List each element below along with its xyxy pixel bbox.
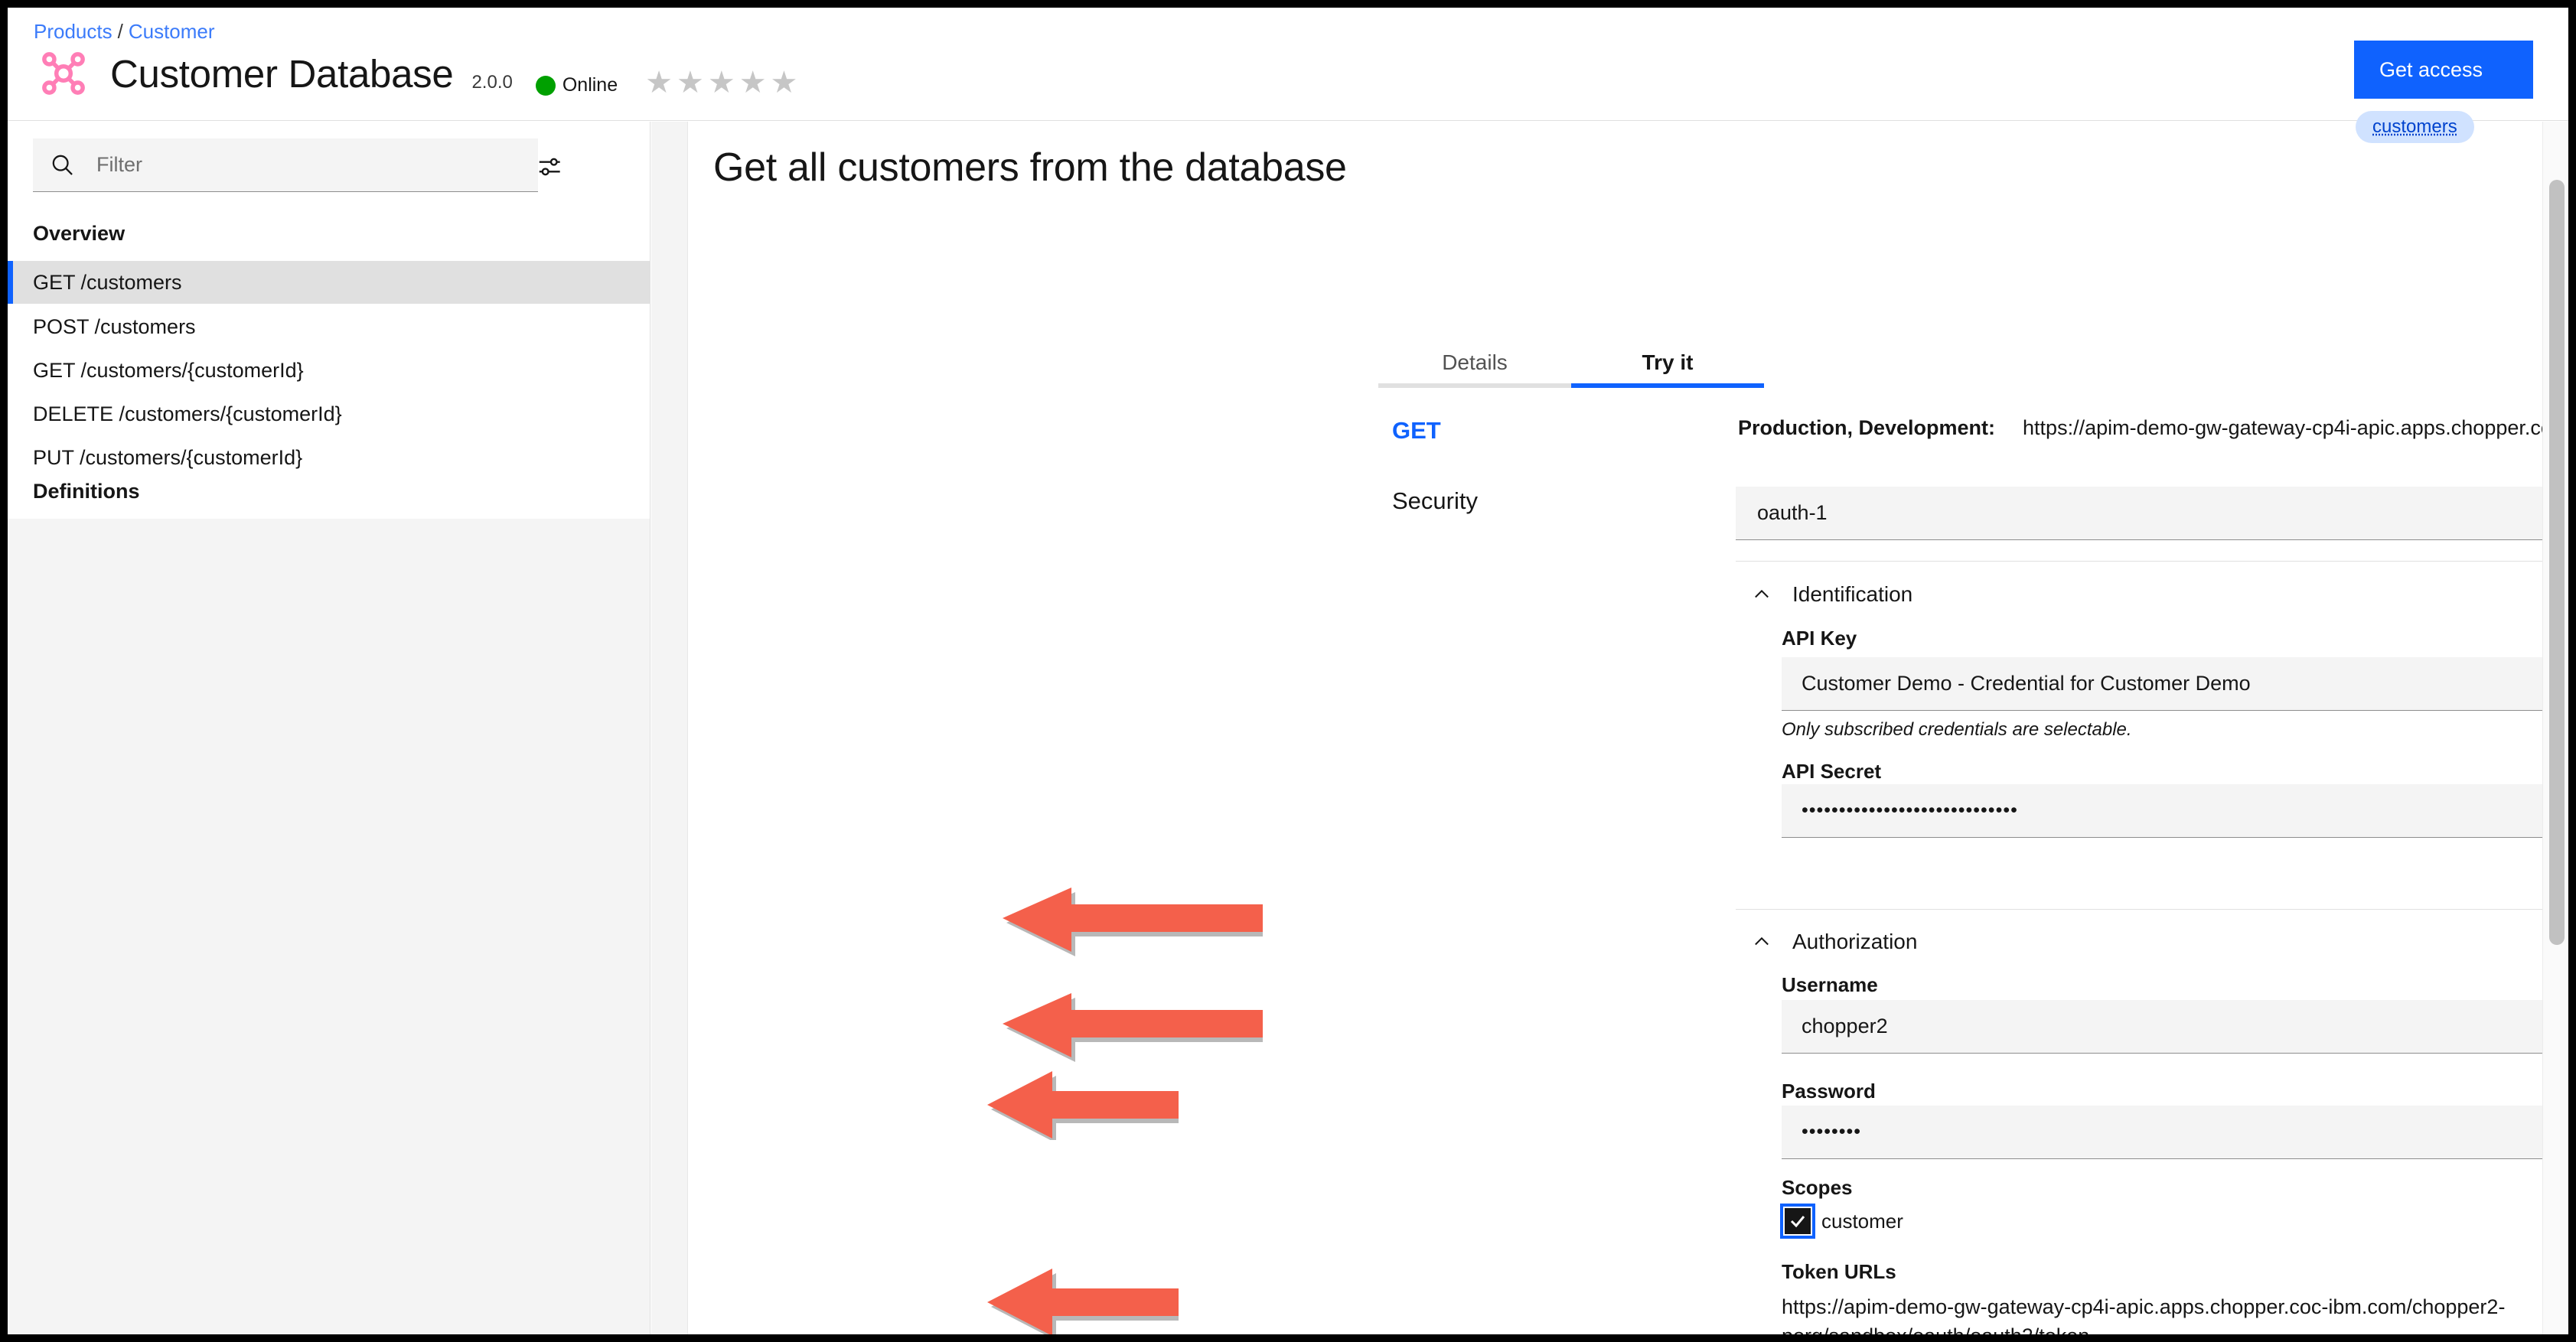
section-title: Authorization xyxy=(1792,930,1918,953)
rating-stars[interactable]: ★ ★ ★ ★ ★ xyxy=(645,67,801,103)
api-secret-field[interactable]: ••••••••••••••••••••••••••••• xyxy=(1782,784,2568,838)
breadcrumb-customer-link[interactable]: Customer xyxy=(129,20,215,43)
operation-tag-badge[interactable]: customers xyxy=(2356,111,2474,143)
search-icon xyxy=(52,155,73,175)
product-version: 2.0.0 xyxy=(471,72,513,93)
chevron-up-icon xyxy=(1755,936,1769,946)
sidebar-section-definitions[interactable]: Definitions xyxy=(33,480,140,503)
sidebar-item-put-customer-by-id[interactable]: PUT /customers/{customerId} xyxy=(8,436,650,479)
password-field[interactable]: •••••••• xyxy=(1782,1106,2568,1159)
sidebar-panel: Overview GET /customers POST /customers … xyxy=(8,122,650,519)
token-urls-label: Token URLs xyxy=(1782,1260,1896,1283)
star-icon-1[interactable]: ★ xyxy=(645,67,673,98)
page-title: Customer Database xyxy=(110,51,454,96)
tab-details[interactable]: Details xyxy=(1378,342,1571,388)
status-label: Online xyxy=(562,74,618,96)
sidebar-item-get-customer-by-id[interactable]: GET /customers/{customerId} xyxy=(8,349,650,392)
password-value: •••••••• xyxy=(1802,1121,1862,1142)
username-field[interactable]: chopper2 xyxy=(1782,1000,2568,1054)
filter-settings-icon[interactable] xyxy=(536,152,565,181)
tab-try-it[interactable]: Try it xyxy=(1571,342,1764,388)
username-label: Username xyxy=(1782,973,1878,996)
method-nav-get[interactable]: GET xyxy=(1392,417,1441,445)
api-key-help-text: Only subscribed credentials are selectab… xyxy=(1782,719,2132,740)
endpoint-row: Production, Development: https://apim-de… xyxy=(1738,416,2568,440)
section-divider-authorization xyxy=(1736,909,2568,910)
sidebar-item-label: GET /customers xyxy=(33,270,182,294)
sidebar-item-post-customers[interactable]: POST /customers xyxy=(8,305,650,348)
sidebar-item-label: GET /customers/{customerId} xyxy=(33,358,304,382)
sidebar-item-label: DELETE /customers/{customerId} xyxy=(33,402,342,425)
username-value: chopper2 xyxy=(1802,1015,1888,1037)
star-icon-4[interactable]: ★ xyxy=(739,67,767,98)
auth-method-select[interactable]: oauth-1 xyxy=(1736,487,2568,540)
endpoint-environment-label: Production, Development: xyxy=(1738,416,1996,439)
sidebar: Overview GET /customers POST /customers … xyxy=(8,122,651,1334)
section-divider-identification xyxy=(1736,561,2568,562)
status-dot-icon xyxy=(535,75,556,96)
sidebar-item-label: PUT /customers/{customerId} xyxy=(33,445,303,469)
vertical-scrollbar[interactable] xyxy=(2542,122,2568,1334)
auth-method-value: oauth-1 xyxy=(1757,501,1828,524)
checkmark-icon xyxy=(1790,1216,1805,1228)
star-icon-3[interactable]: ★ xyxy=(708,67,735,98)
sidebar-item-delete-customer-by-id[interactable]: DELETE /customers/{customerId} xyxy=(8,393,650,435)
tab-bar: Details Try it xyxy=(1378,342,1764,388)
scope-checkbox-row[interactable]: customer xyxy=(1780,1204,1903,1239)
breadcrumb-separator: / xyxy=(117,20,123,43)
breadcrumb: Products / Customer xyxy=(34,20,215,44)
method-nav-security[interactable]: Security xyxy=(1392,487,1478,515)
get-access-button[interactable]: Get access xyxy=(2354,41,2533,99)
product-header-row: Customer Database 2.0.0 Online ★ ★ ★ ★ ★ xyxy=(37,44,801,103)
chevron-up-icon xyxy=(1755,589,1769,598)
api-secret-value: ••••••••••••••••••••••••••••• xyxy=(1802,800,2018,821)
password-label: Password xyxy=(1782,1080,1876,1103)
app-window: Products / Customer Customer Database 2.0.… xyxy=(8,8,2568,1334)
star-icon-5[interactable]: ★ xyxy=(771,67,798,98)
section-header-authorization[interactable]: Authorization xyxy=(1751,930,1917,954)
section-title: Identification xyxy=(1792,582,1913,606)
main-left-strip xyxy=(651,122,688,1334)
api-secret-label: API Secret xyxy=(1782,760,1882,783)
sidebar-item-get-customers[interactable]: GET /customers xyxy=(8,261,650,304)
api-key-label: API Key xyxy=(1782,627,1857,650)
scrollbar-thumb[interactable] xyxy=(2549,180,2565,945)
api-key-select[interactable]: Customer Demo - Credential for Customer … xyxy=(1782,657,2568,711)
star-icon-2[interactable]: ★ xyxy=(677,67,704,98)
scope-checkbox[interactable] xyxy=(1780,1204,1815,1239)
section-header-identification[interactable]: Identification xyxy=(1751,582,1912,607)
breadcrumb-products-link[interactable]: Products xyxy=(34,20,112,43)
scope-label: customer xyxy=(1821,1209,1903,1233)
scopes-label: Scopes xyxy=(1782,1176,1853,1199)
main-content: Get all customers from the database Deta… xyxy=(651,122,2568,1334)
sidebar-item-label: POST /customers xyxy=(33,314,196,338)
product-network-icon xyxy=(42,52,85,95)
filter-search-box[interactable] xyxy=(33,138,538,192)
api-key-value: Customer Demo - Credential for Customer … xyxy=(1802,672,2251,695)
endpoint-url: https://apim-demo-gw-gateway-cp4i-apic.a… xyxy=(2023,416,2568,439)
status-badge: Online xyxy=(535,74,618,103)
token-url-value: https://apim-demo-gw-gateway-cp4i-apic.a… xyxy=(1782,1295,2506,1334)
top-bar: Products / Customer Customer Database 2.0.… xyxy=(8,8,2568,121)
operation-title: Get all customers from the database xyxy=(713,145,1347,190)
sidebar-section-overview: Overview xyxy=(33,222,126,245)
search-input[interactable] xyxy=(96,153,464,177)
